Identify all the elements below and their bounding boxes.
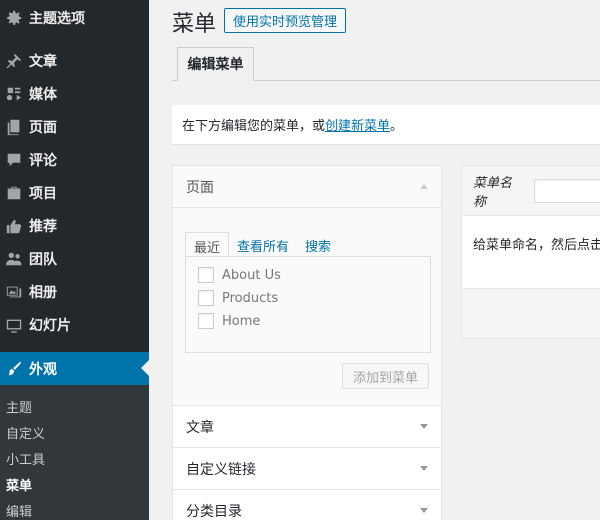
media-icon <box>0 85 28 103</box>
sidebar-item-label: 团队 <box>29 251 57 268</box>
accordion-title: 分类目录 <box>186 503 242 520</box>
submenu-item-editor[interactable]: 编辑 <box>6 501 32 520</box>
chevron-down-icon <box>420 508 428 513</box>
portfolio-icon <box>0 184 28 202</box>
page-title: 菜单 <box>172 12 217 37</box>
current-menu-arrow <box>141 360 149 376</box>
accordion-title: 自定义链接 <box>186 461 256 478</box>
manage-menus-notice: 在下方编辑您的菜单，或 创建新菜单。 <box>172 105 600 144</box>
sidebar-item-label: 幻灯片 <box>29 317 71 334</box>
menu-name-label: 菜单名称 <box>473 175 513 210</box>
sidebar-item-label: 外观 <box>29 361 57 378</box>
sidebar-item-comments[interactable]: 评论 <box>0 143 149 176</box>
comment-icon <box>0 151 28 169</box>
submenu-item-customize[interactable]: 自定义 <box>6 423 45 442</box>
page-label: Home <box>222 313 261 329</box>
manage-live-preview-button[interactable]: 使用实时预览管理 <box>224 8 347 33</box>
create-new-menu-link[interactable]: 创建新菜单 <box>325 115 390 134</box>
add-to-menu-button[interactable]: 添加到菜单 <box>341 363 429 389</box>
menu-name-input[interactable] <box>534 178 600 203</box>
admin-sidebar: 主题选项 文章 媒体 页面 评论 项目 推荐 团队 相册 幻灯片 外观 主题 自… <box>0 0 149 520</box>
chevron-down-icon <box>420 424 428 429</box>
add-menu-items-accordion: 页面 最近 查看所有 搜索 About Us Products Home 添加到… <box>172 165 442 520</box>
accordion-section-categories[interactable]: 分类目录 <box>173 490 441 520</box>
sidebar-item-posts[interactable]: 文章 <box>0 44 149 77</box>
sidebar-item-label: 主题选项 <box>29 10 85 27</box>
sidebar-item-testimonials[interactable]: 推荐 <box>0 209 149 242</box>
list-item[interactable]: About Us <box>198 267 281 283</box>
sidebar-item-pages[interactable]: 页面 <box>0 110 149 143</box>
submenu-item-widgets[interactable]: 小工具 <box>6 449 45 468</box>
sidebar-item-label: 相册 <box>29 284 57 301</box>
checkbox[interactable] <box>198 267 214 283</box>
menu-edit-panel: 菜单名称 给菜单命名，然后点击 <box>461 165 600 339</box>
menu-name-row: 菜单名称 <box>462 166 600 216</box>
sidebar-item-media[interactable]: 媒体 <box>0 77 149 110</box>
accordion-section-custom-links[interactable]: 自定义链接 <box>173 448 441 490</box>
sidebar-item-gallery[interactable]: 相册 <box>0 275 149 308</box>
checkbox[interactable] <box>198 290 214 306</box>
sidebar-item-label: 项目 <box>29 185 57 202</box>
brush-icon <box>0 360 28 378</box>
pages-icon <box>0 118 28 136</box>
thumbs-up-icon <box>0 217 28 235</box>
gear-icon <box>0 9 28 27</box>
checkbox[interactable] <box>198 313 214 329</box>
sidebar-item-theme-options[interactable]: 主题选项 <box>0 1 149 34</box>
tab-edit-menus[interactable]: 编辑菜单 <box>177 47 254 81</box>
accordion-title: 页面 <box>186 179 214 196</box>
menu-panel-footer <box>462 289 600 338</box>
groups-icon <box>0 250 28 268</box>
sidebar-item-appearance[interactable]: 外观 <box>0 352 149 385</box>
submenu-item-themes[interactable]: 主题 <box>6 397 32 416</box>
sidebar-item-team[interactable]: 团队 <box>0 242 149 275</box>
notice-suffix: 。 <box>390 119 404 134</box>
notice-text: 在下方编辑您的菜单，或 <box>182 119 326 134</box>
pin-icon <box>0 52 28 70</box>
sidebar-item-projects[interactable]: 项目 <box>0 176 149 209</box>
sidebar-item-slides[interactable]: 幻灯片 <box>0 308 149 341</box>
accordion-section-pages[interactable]: 页面 <box>173 166 441 208</box>
page-label: Products <box>222 290 279 306</box>
sidebar-item-label: 推荐 <box>29 218 57 235</box>
accordion-section-posts[interactable]: 文章 <box>173 406 441 448</box>
appearance-submenu: 主题 自定义 小工具 菜单 编辑 <box>0 385 149 520</box>
pages-panel: 最近 查看所有 搜索 About Us Products Home 添加到菜单 <box>173 208 441 406</box>
chevron-up-icon <box>420 184 428 189</box>
chevron-down-icon <box>420 466 428 471</box>
submenu-item-menus[interactable]: 菜单 <box>6 475 32 494</box>
page-label: About Us <box>222 267 281 283</box>
list-item[interactable]: Home <box>198 313 260 329</box>
gallery-icon <box>0 283 28 301</box>
list-item[interactable]: Products <box>198 290 278 306</box>
menu-hint-text: 给菜单命名，然后点击 <box>462 216 600 289</box>
sidebar-item-label: 媒体 <box>29 86 57 103</box>
sidebar-item-label: 评论 <box>29 152 57 169</box>
accordion-title: 文章 <box>186 419 214 436</box>
slides-icon <box>0 316 28 334</box>
sidebar-item-label: 页面 <box>29 119 57 136</box>
sidebar-item-label: 文章 <box>29 53 57 70</box>
pages-checklist: About Us Products Home <box>185 256 431 353</box>
